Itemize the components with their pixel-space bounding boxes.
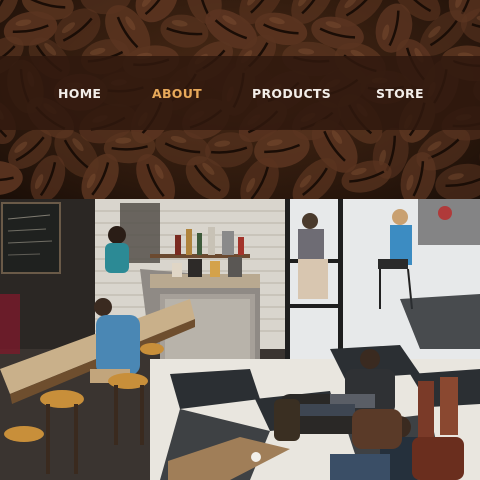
nav-store[interactable]: STORE: [376, 86, 424, 101]
main-navigation: HOME ABOUT PRODUCTS STORE: [0, 56, 480, 130]
nav-about[interactable]: ABOUT: [152, 86, 202, 101]
chalkboard: [1, 202, 61, 274]
cafe-scene: [0, 199, 480, 480]
nav-home[interactable]: HOME: [58, 86, 101, 101]
nav-products[interactable]: PRODUCTS: [252, 86, 331, 101]
cafe-interior-photo: [0, 199, 480, 480]
coffee-beans-header: HOME ABOUT PRODUCTS STORE: [0, 0, 480, 199]
